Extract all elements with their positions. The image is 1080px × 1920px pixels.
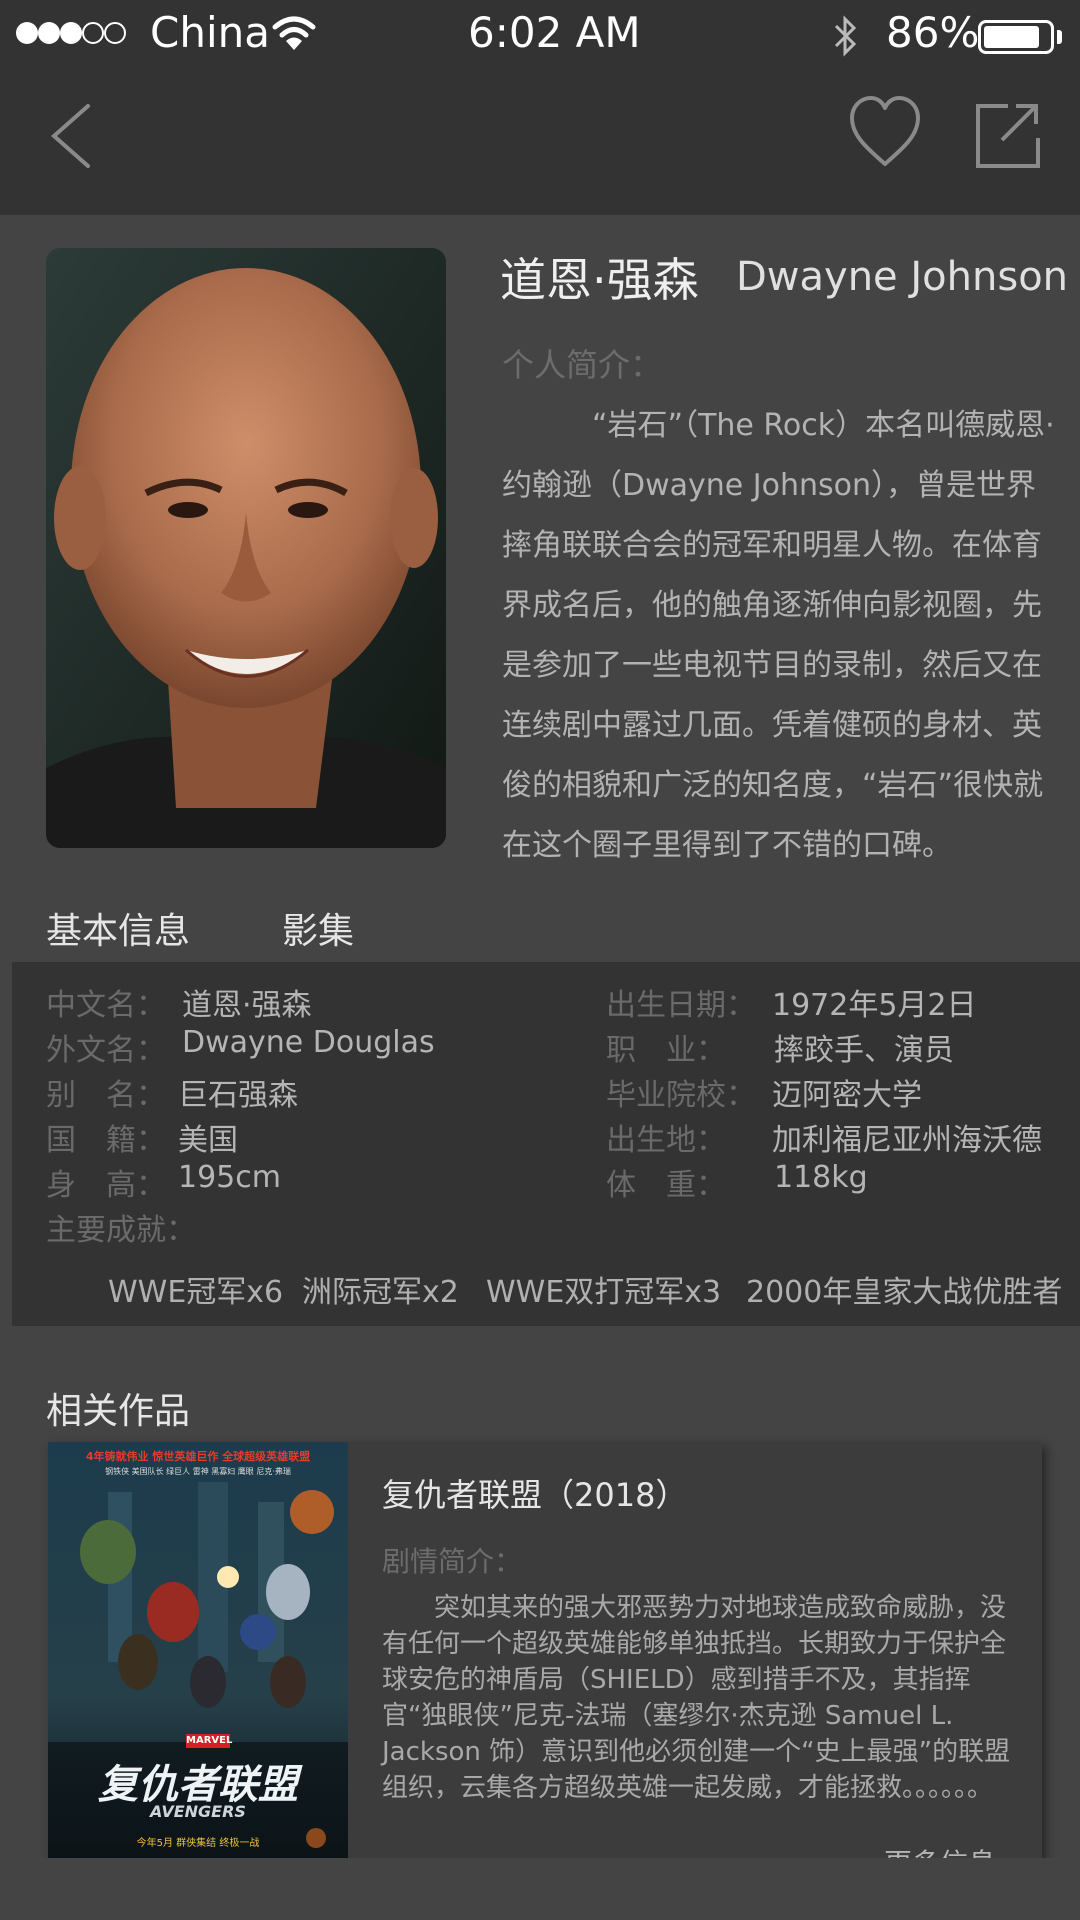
poster-tagline: 4年铸就伟业 惊世英雄巨作 全球超级英雄联盟 bbox=[85, 1450, 311, 1463]
achievements-label: 主要成就： bbox=[46, 1213, 196, 1248]
achievement-item: WWE双打冠军x3 bbox=[486, 1275, 722, 1310]
info-label: 职 业： bbox=[606, 1033, 726, 1068]
work-title[interactable]: 复仇者联盟（2018） bbox=[382, 1470, 687, 1516]
synopsis-text: 突如其来的强大邪恶势力对地球造成致命威胁，没有任何一个超级英雄能够单独抵挡。长期… bbox=[382, 1593, 1011, 1803]
signal-dot bbox=[38, 22, 60, 44]
info-value: 巨石强森 bbox=[178, 1078, 298, 1113]
info-value: 迈阿密大学 bbox=[772, 1078, 922, 1113]
actor-name-chinese: 道恩·强森 bbox=[500, 253, 699, 307]
bottom-area bbox=[0, 1858, 1080, 1920]
info-label: 中文名： bbox=[46, 988, 166, 1023]
nav-bar bbox=[0, 70, 1080, 215]
info-label: 别 名： bbox=[46, 1078, 166, 1113]
battery-percent: 86% bbox=[886, 8, 980, 57]
signal-dot bbox=[60, 22, 82, 44]
bluetooth-icon bbox=[834, 15, 857, 57]
carrier-name: China bbox=[150, 8, 270, 57]
achievement-item: 2000年皇家大战优胜者 bbox=[746, 1275, 1063, 1310]
signal-dot bbox=[82, 22, 104, 44]
favorite-button[interactable] bbox=[848, 94, 922, 170]
info-label: 外文名： bbox=[46, 1033, 166, 1068]
actor-name-english: Dwayne Johnson bbox=[736, 254, 1069, 300]
poster-hero-names: 钢铁侠 美国队长 绿巨人 雷神 黑寡妇 鹰眼 尼克·弗瑞 bbox=[105, 1467, 291, 1476]
achievement-item: 洲际冠军x2 bbox=[302, 1275, 459, 1310]
achievement-item: WWE冠军x6 bbox=[108, 1275, 284, 1310]
poster-marvel-logo: MARVEL bbox=[186, 1735, 233, 1746]
tab-basic-info[interactable]: 基本信息 bbox=[46, 902, 190, 954]
work-poster[interactable]: 4年铸就伟业 惊世英雄巨作 全球超级英雄联盟 钢铁侠 美国队长 绿巨人 雷神 黑… bbox=[48, 1442, 348, 1862]
info-label: 国 籍： bbox=[46, 1123, 166, 1158]
signal-dot bbox=[104, 22, 126, 44]
tab-gallery[interactable]: 影集 bbox=[282, 902, 354, 954]
info-value: Dwayne Douglas bbox=[182, 1025, 435, 1060]
info-value: 1972年5月2日 bbox=[772, 988, 977, 1023]
signal-dot bbox=[16, 22, 38, 44]
info-label: 体 重： bbox=[606, 1168, 726, 1203]
synopsis-label: 剧情简介： bbox=[382, 1545, 523, 1578]
battery-fill bbox=[984, 26, 1039, 48]
bio-label: 个人简介： bbox=[502, 346, 663, 384]
poster-title-english: AVENGERS bbox=[150, 1802, 246, 1821]
wifi-icon bbox=[272, 16, 316, 50]
battery-tip bbox=[1057, 30, 1062, 44]
actor-portrait bbox=[46, 248, 446, 848]
poster-release: 今年5月 群侠集结 终极一战 bbox=[136, 1838, 260, 1849]
status-bar: China 6:02 AM 86% bbox=[0, 0, 1080, 70]
bio-text: “岩石”（The Rock）本名叫德威恩·约翰逊（Dwayne Johnson）… bbox=[502, 408, 1055, 863]
info-value: 摔跤手、演员 bbox=[774, 1033, 954, 1068]
info-label: 出生地： bbox=[606, 1123, 726, 1158]
info-value: 美国 bbox=[178, 1123, 238, 1158]
share-button[interactable] bbox=[972, 100, 1042, 170]
info-label: 毕业院校： bbox=[606, 1078, 756, 1113]
info-value: 道恩·强森 bbox=[182, 988, 312, 1023]
info-value: 118kg bbox=[774, 1160, 868, 1195]
related-works-title: 相关作品 bbox=[46, 1391, 191, 1432]
battery-icon bbox=[978, 20, 1054, 54]
info-value: 加利福尼亚州海沃德 bbox=[772, 1123, 1042, 1158]
back-button[interactable] bbox=[40, 100, 100, 170]
clock: 6:02 AM bbox=[468, 8, 641, 57]
info-value: 195cm bbox=[178, 1160, 281, 1195]
info-label: 身 高： bbox=[46, 1168, 166, 1203]
info-label: 出生日期： bbox=[606, 988, 756, 1023]
